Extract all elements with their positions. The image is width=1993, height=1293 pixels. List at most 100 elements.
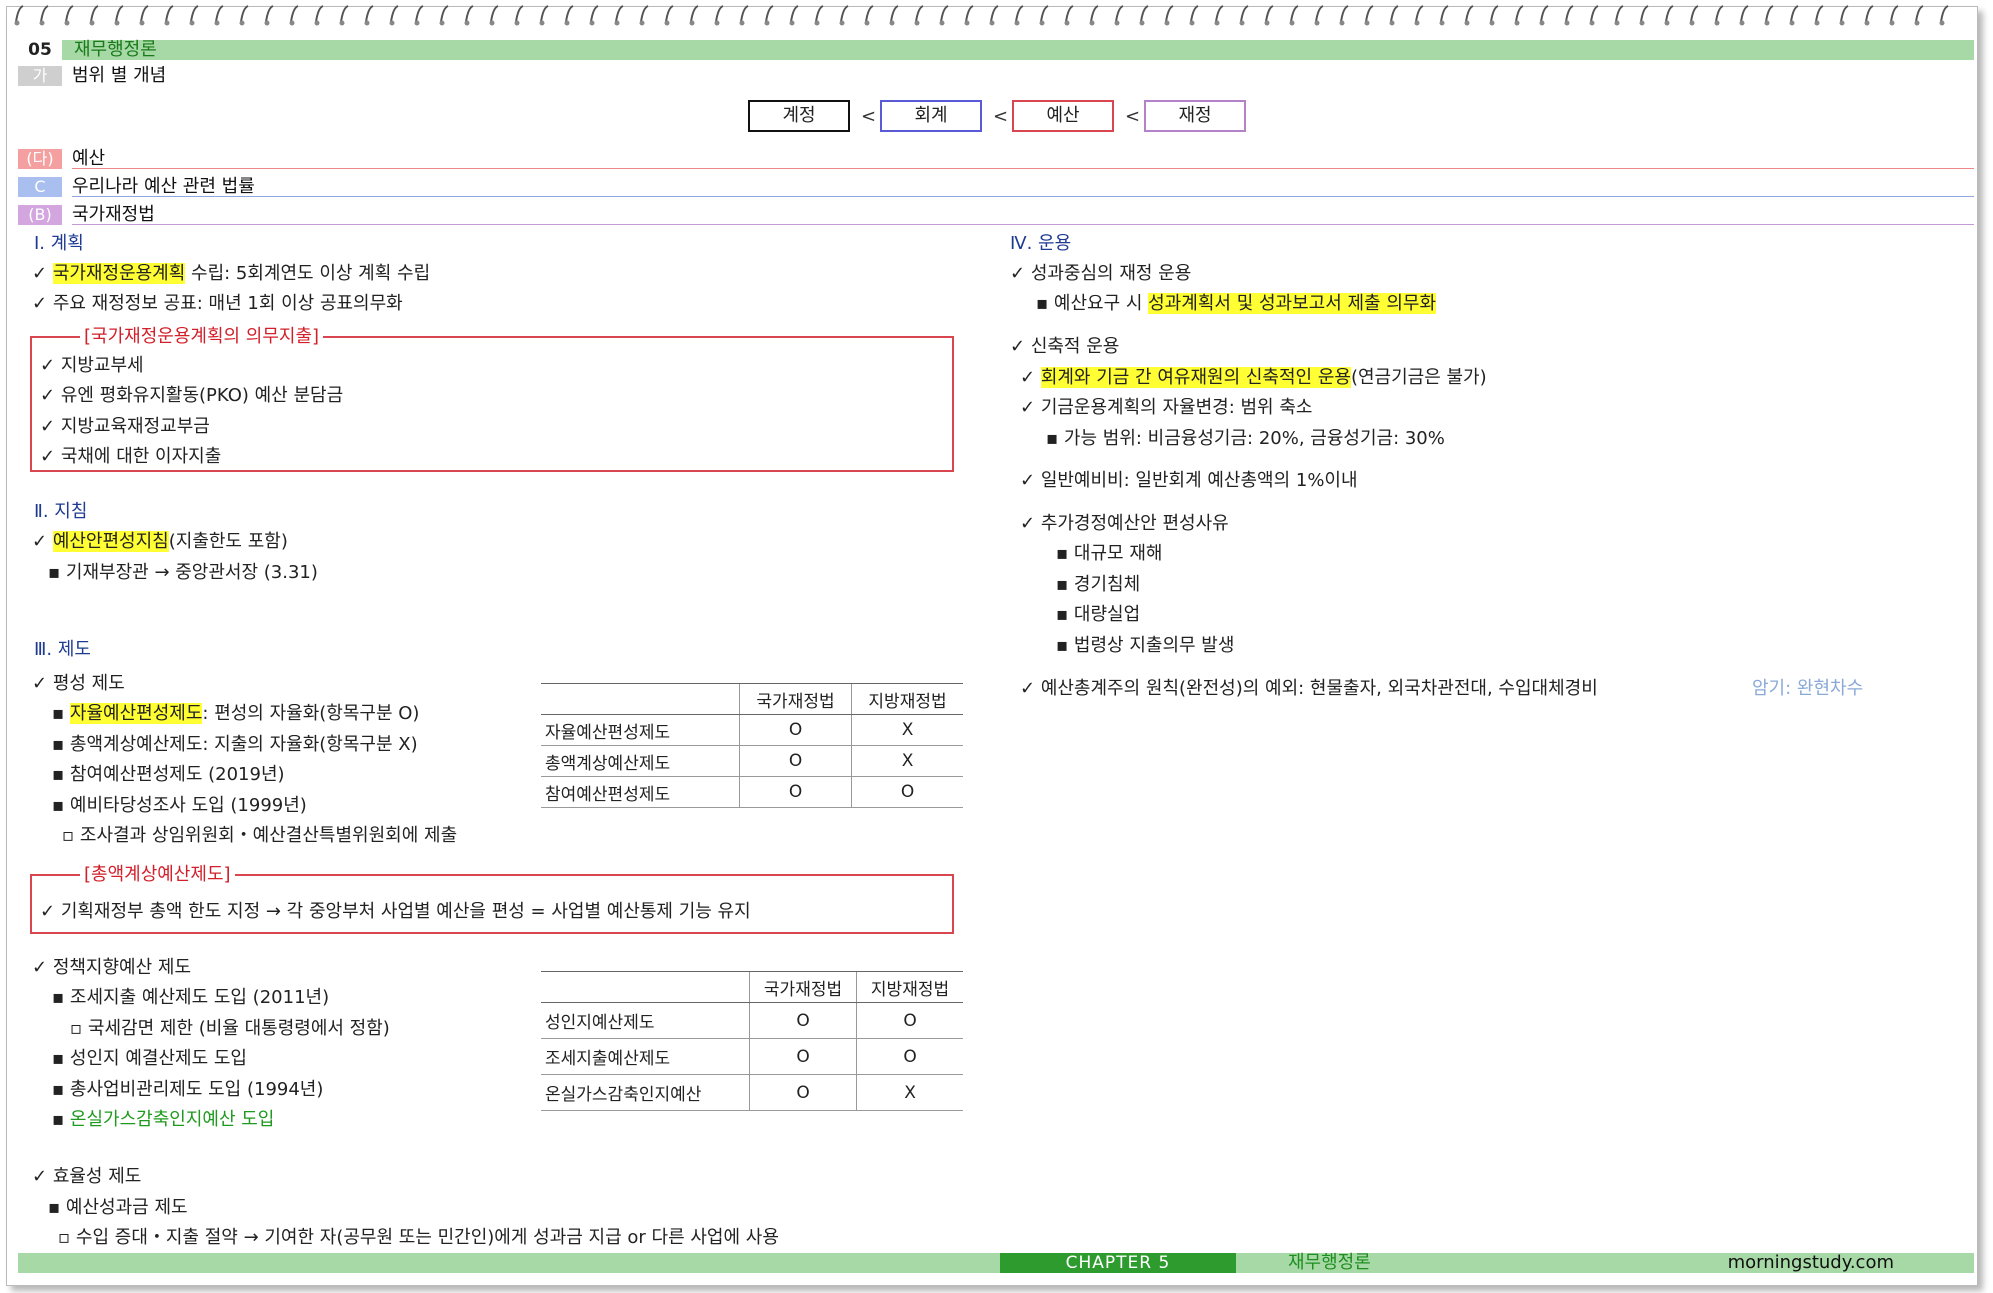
subhead-tag: (다) <box>18 149 62 169</box>
operation-subitem-text: 대규모 재해 <box>1073 543 1163 564</box>
spiral-hole <box>1814 20 1820 26</box>
system-item: ▪ 참여예산편성제도 (2019년) <box>52 764 285 785</box>
guideline-line-2-text: 기재부장관 → 중앙관서장 (3.31) <box>65 562 318 583</box>
system-item: ▪ 예비타당성조사 도입 (1999년) <box>52 795 307 816</box>
spiral-hole <box>589 20 595 26</box>
spiral-hole <box>939 20 945 26</box>
spiral-binding-decoration <box>14 5 1949 26</box>
spiral-ring <box>15 5 24 23</box>
callout-item: ✓ 기획재정부 총액 한도 지정 → 각 중앙부처 사업별 예산을 편성 = 사… <box>40 901 751 922</box>
table-header-row: 국가재정법 지방재정법 <box>541 971 963 1003</box>
spiral-ring <box>1540 5 1549 23</box>
spiral-ring <box>265 5 274 23</box>
spiral-ring <box>490 5 499 23</box>
spiral-hole <box>1014 20 1020 26</box>
table-cell: O <box>851 776 963 808</box>
spiral-ring <box>415 5 424 23</box>
table-row: 온실가스감축인지예산 O X <box>541 1074 963 1111</box>
operation-subitem: ▪ 대량실업 <box>1056 604 1141 625</box>
spiral-ring <box>1465 5 1474 23</box>
operation-subitem-text: 대량실업 <box>1073 604 1141 625</box>
spiral-ring <box>515 5 524 23</box>
operation-subitem: ▪ 경기침체 <box>1056 574 1141 595</box>
callout-item: ✓ 지방교부세 <box>40 355 144 376</box>
spiral-ring <box>1065 5 1074 23</box>
spiral-hole <box>64 20 70 26</box>
spiral-ring <box>1515 5 1524 23</box>
spiral-hole <box>1114 20 1120 26</box>
spiral-ring <box>815 5 824 23</box>
table-cell: X <box>856 1074 963 1111</box>
system-item-text: 온실가스감축인지예산 도입 <box>69 1109 275 1130</box>
section-system-title: Ⅲ. 제도 <box>34 639 91 660</box>
section-guideline-title: Ⅱ. 지침 <box>34 501 88 522</box>
spiral-ring <box>715 5 724 23</box>
spiral-ring <box>1915 5 1924 23</box>
subhead-underline <box>72 224 1974 225</box>
table-cell: 자율예산편성제도 <box>541 714 740 746</box>
spiral-hole <box>964 20 970 26</box>
operation-subitem-text: 경기침체 <box>1073 574 1141 595</box>
spiral-hole <box>1789 20 1795 26</box>
spiral-ring <box>1140 5 1149 23</box>
spiral-ring <box>1390 5 1399 23</box>
spiral-hole <box>314 20 320 26</box>
spiral-hole <box>789 20 795 26</box>
spiral-hole <box>1339 20 1345 26</box>
system-group-2: ✓ 정책지향예산 제도 <box>32 957 192 978</box>
spiral-hole <box>1414 20 1420 26</box>
spiral-ring <box>1940 5 1949 23</box>
spiral-ring <box>340 5 349 23</box>
callout-item-text: 기획재정부 총액 한도 지정 → 각 중앙부처 사업별 예산을 편성 = 사업별… <box>60 901 751 922</box>
spiral-hole <box>264 20 270 26</box>
operation-group-1-text: 성과중심의 재정 운용 <box>1030 263 1192 284</box>
section-title: 범위 별 개념 <box>72 65 167 86</box>
spiral-ring <box>765 5 774 23</box>
table-header-cell: 국가재정법 <box>748 971 857 1003</box>
spiral-ring <box>540 5 549 23</box>
spiral-ring <box>1115 5 1124 23</box>
table-cell: X <box>851 714 963 746</box>
system-group-3-text: 효율성 제도 <box>52 1166 142 1187</box>
spiral-hole <box>639 20 645 26</box>
table-cell: 조세지출예산제도 <box>541 1038 750 1075</box>
hierarchy-separator: < <box>1125 106 1141 127</box>
spiral-ring <box>115 5 124 23</box>
subhead-national-finance-act: (B) 국가재정법 <box>18 205 1974 225</box>
system-item-text: 총액계상예산제도: 지출의 자율화(항목구분 X) <box>69 734 418 755</box>
system-subitem: ▫ 수입 증대・지출 절약 → 기여한 자(공무원 또는 민간인)에게 성과금 … <box>58 1227 779 1248</box>
spiral-hole <box>1239 20 1245 26</box>
spiral-ring <box>1415 5 1424 23</box>
system-subitem-text: 국세감면 제한 (비율 대통령령에서 정함) <box>87 1018 390 1039</box>
spiral-ring <box>1765 5 1774 23</box>
spiral-ring <box>1040 5 1049 23</box>
spiral-hole <box>514 20 520 26</box>
plan-line-1-highlight: 국가재정운용계획 <box>52 263 186 284</box>
spiral-hole <box>664 20 670 26</box>
hierarchy-separator: < <box>993 106 1009 127</box>
system-item-text: 조세지출 예산제도 도입 (2011년) <box>69 987 330 1008</box>
spiral-hole <box>1914 20 1920 26</box>
table-row: 총액계상예산제도 O X <box>541 745 963 777</box>
guideline-line-1: ✓ 예산안편성지침(지출한도 포함) <box>32 531 288 552</box>
hierarchy-box-account: 계정 <box>748 100 850 132</box>
plan-line-1-rest: 수립: 5회계연도 이상 계획 수립 <box>185 263 431 284</box>
system-group-1-text: 평성 제도 <box>52 673 125 694</box>
spiral-hole <box>1189 20 1195 26</box>
operation-group-2: ✓ 신축적 운용 <box>1010 336 1120 357</box>
spiral-ring <box>1265 5 1274 23</box>
table-row: 성인지예산제도 O O <box>541 1002 963 1039</box>
table-cell: O <box>738 714 852 746</box>
spiral-hole <box>414 20 420 26</box>
section-heading: 가 범위 별 개념 <box>18 66 1974 86</box>
callout-item-text: 유엔 평화유지활동(PKO) 예산 분담금 <box>60 385 344 406</box>
spiral-ring <box>140 5 149 23</box>
table-header-cell: 지방재정법 <box>856 971 963 1003</box>
spiral-hole <box>1589 20 1595 26</box>
spiral-hole <box>1289 20 1295 26</box>
table-cell: 총액계상예산제도 <box>541 745 740 777</box>
spiral-hole <box>1089 20 1095 26</box>
spiral-ring <box>1565 5 1574 23</box>
spiral-ring <box>1215 5 1224 23</box>
spiral-ring <box>240 5 249 23</box>
